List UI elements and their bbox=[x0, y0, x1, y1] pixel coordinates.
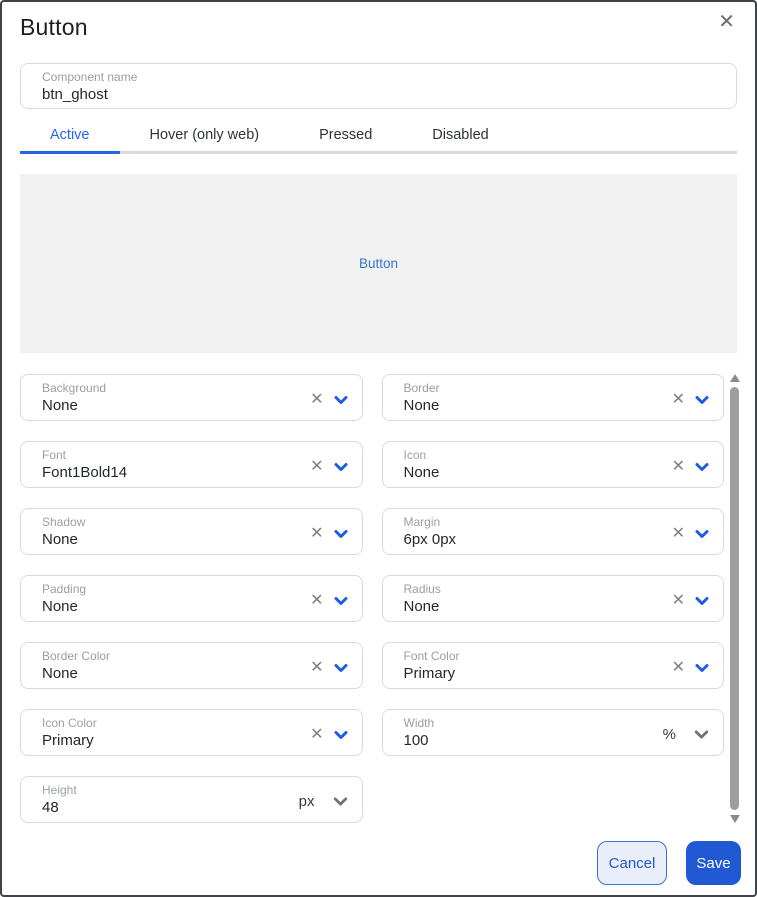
tab-disabled[interactable]: Disabled bbox=[402, 119, 518, 151]
scroll-up-icon[interactable] bbox=[730, 374, 740, 382]
clear-icon[interactable]: ✕ bbox=[310, 593, 323, 609]
padding-label: Padding bbox=[42, 582, 86, 597]
icon-value: None bbox=[404, 463, 440, 483]
preview-button[interactable]: Button bbox=[359, 256, 398, 271]
background-value: None bbox=[42, 396, 106, 416]
icon-select[interactable]: Icon None ✕ bbox=[382, 441, 725, 488]
clear-icon[interactable]: ✕ bbox=[672, 392, 685, 408]
scrollbar-thumb[interactable] bbox=[730, 387, 739, 810]
margin-label: Margin bbox=[404, 515, 457, 530]
chevron-down-icon[interactable] bbox=[333, 459, 349, 475]
border-label: Border bbox=[404, 381, 440, 396]
icon-color-select[interactable]: Icon Color Primary ✕ bbox=[20, 709, 363, 756]
chevron-down-icon[interactable] bbox=[333, 526, 349, 542]
tab-list: Active Hover (only web) Pressed Disabled bbox=[20, 119, 737, 151]
clear-icon[interactable]: ✕ bbox=[310, 660, 323, 676]
background-label: Background bbox=[42, 381, 106, 396]
shadow-value: None bbox=[42, 530, 85, 550]
component-name-field[interactable]: Component name btn_ghost bbox=[20, 63, 737, 109]
height-value[interactable]: 48 bbox=[42, 798, 77, 818]
margin-value: 6px 0px bbox=[404, 530, 457, 550]
radius-select[interactable]: Radius None ✕ bbox=[382, 575, 725, 622]
height-field[interactable]: Height 48 px bbox=[20, 776, 363, 823]
width-value[interactable]: 100 bbox=[404, 731, 435, 751]
border-select[interactable]: Border None ✕ bbox=[382, 374, 725, 421]
chevron-down-icon[interactable] bbox=[693, 726, 710, 743]
font-select[interactable]: Font Font1Bold14 ✕ bbox=[20, 441, 363, 488]
chevron-down-icon[interactable] bbox=[333, 660, 349, 676]
chevron-down-icon[interactable] bbox=[694, 593, 710, 609]
clear-icon[interactable]: ✕ bbox=[310, 727, 323, 743]
font-value: Font1Bold14 bbox=[42, 463, 127, 483]
icon-label: Icon bbox=[404, 448, 440, 463]
chevron-down-icon[interactable] bbox=[694, 660, 710, 676]
tab-pressed[interactable]: Pressed bbox=[289, 119, 402, 151]
width-unit: % bbox=[663, 726, 676, 743]
shadow-select[interactable]: Shadow None ✕ bbox=[20, 508, 363, 555]
component-name-label: Component name bbox=[42, 70, 716, 85]
vertical-scrollbar[interactable] bbox=[728, 374, 741, 823]
clear-icon[interactable]: ✕ bbox=[672, 593, 685, 609]
background-select[interactable]: Background None ✕ bbox=[20, 374, 363, 421]
padding-value: None bbox=[42, 597, 86, 617]
icon-color-value: Primary bbox=[42, 731, 97, 751]
chevron-down-icon[interactable] bbox=[694, 526, 710, 542]
style-fields-grid: Background None ✕ Border None ✕ bbox=[20, 374, 724, 823]
component-name-value[interactable]: btn_ghost bbox=[42, 85, 716, 105]
cancel-button[interactable]: Cancel bbox=[597, 841, 667, 885]
active-tab-indicator bbox=[20, 151, 120, 154]
padding-select[interactable]: Padding None ✕ bbox=[20, 575, 363, 622]
clear-icon[interactable]: ✕ bbox=[310, 526, 323, 542]
width-label: Width bbox=[404, 716, 435, 731]
height-unit: px bbox=[299, 793, 315, 810]
icon-color-label: Icon Color bbox=[42, 716, 97, 731]
margin-select[interactable]: Margin 6px 0px ✕ bbox=[382, 508, 725, 555]
chevron-down-icon[interactable] bbox=[332, 793, 349, 810]
tab-track bbox=[20, 151, 737, 154]
radius-label: Radius bbox=[404, 582, 441, 597]
chevron-down-icon[interactable] bbox=[333, 392, 349, 408]
width-field[interactable]: Width 100 % bbox=[382, 709, 725, 756]
height-label: Height bbox=[42, 783, 77, 798]
component-preview-area: Button bbox=[20, 174, 737, 353]
button-component-dialog: Button ✕ Component name btn_ghost Active… bbox=[0, 0, 757, 897]
border-color-label: Border Color bbox=[42, 649, 110, 664]
font-color-value: Primary bbox=[404, 664, 460, 684]
dialog-header: Button ✕ bbox=[2, 2, 755, 41]
border-value: None bbox=[404, 396, 440, 416]
border-color-value: None bbox=[42, 664, 110, 684]
font-color-select[interactable]: Font Color Primary ✕ bbox=[382, 642, 725, 689]
clear-icon[interactable]: ✕ bbox=[672, 660, 685, 676]
dialog-title: Button bbox=[20, 14, 737, 41]
clear-icon[interactable]: ✕ bbox=[672, 459, 685, 475]
radius-value: None bbox=[404, 597, 441, 617]
chevron-down-icon[interactable] bbox=[333, 727, 349, 743]
chevron-down-icon[interactable] bbox=[333, 593, 349, 609]
clear-icon[interactable]: ✕ bbox=[310, 392, 323, 408]
chevron-down-icon[interactable] bbox=[694, 459, 710, 475]
font-color-label: Font Color bbox=[404, 649, 460, 664]
font-label: Font bbox=[42, 448, 127, 463]
save-button[interactable]: Save bbox=[686, 841, 741, 885]
style-fields-region: Background None ✕ Border None ✕ bbox=[20, 374, 741, 823]
state-tabs: Active Hover (only web) Pressed Disabled bbox=[20, 119, 737, 154]
tab-hover-only-web[interactable]: Hover (only web) bbox=[120, 119, 290, 151]
scroll-down-icon[interactable] bbox=[730, 815, 740, 823]
tab-active[interactable]: Active bbox=[20, 119, 120, 151]
border-color-select[interactable]: Border Color None ✕ bbox=[20, 642, 363, 689]
clear-icon[interactable]: ✕ bbox=[672, 526, 685, 542]
chevron-down-icon[interactable] bbox=[694, 392, 710, 408]
dialog-footer: Cancel Save bbox=[597, 841, 741, 885]
close-icon[interactable]: ✕ bbox=[718, 12, 735, 32]
clear-icon[interactable]: ✕ bbox=[310, 459, 323, 475]
shadow-label: Shadow bbox=[42, 515, 85, 530]
